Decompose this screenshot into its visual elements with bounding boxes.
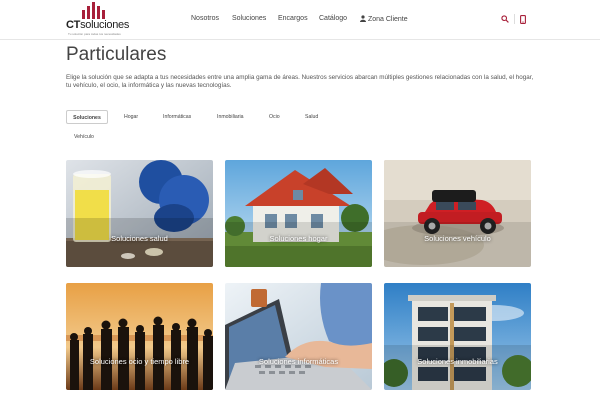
card-inmobiliarias[interactable]: Soluciones inmobiliarias bbox=[384, 283, 531, 390]
filter-tab-inmobiliaria[interactable]: Inmobiliaria bbox=[211, 110, 250, 124]
card-label: Soluciones inmobiliarias bbox=[417, 357, 498, 366]
site-header: CTsoluciones Tu solución para todas tus … bbox=[0, 0, 600, 40]
hogar-image bbox=[225, 160, 372, 267]
search-icon[interactable] bbox=[498, 12, 512, 26]
salud-image bbox=[66, 160, 213, 267]
card-informaticas[interactable]: Soluciones informáticas bbox=[225, 283, 372, 390]
header-actions bbox=[498, 12, 532, 26]
card-vehiculo[interactable]: Soluciones vehículo bbox=[384, 160, 531, 267]
card-hogar[interactable]: Soluciones hogar bbox=[225, 160, 372, 267]
nav-item-zona-cliente[interactable]: Zona Cliente bbox=[360, 15, 408, 23]
card-label: Soluciones salud bbox=[111, 234, 168, 243]
card-ocio[interactable]: Soluciones ocio y tiempo libre bbox=[66, 283, 213, 390]
card-label: Soluciones hogar bbox=[269, 234, 328, 243]
filter-tab-soluciones[interactable]: Soluciones bbox=[66, 110, 108, 124]
page-intro: Elige la solución que se adapta a tus ne… bbox=[66, 74, 534, 89]
card-salud[interactable]: Soluciones salud bbox=[66, 160, 213, 267]
nav-item-catalogo[interactable]: Catálogo bbox=[319, 15, 347, 22]
card-label: Soluciones vehículo bbox=[424, 234, 491, 243]
header-divider bbox=[514, 14, 515, 24]
filter-tab-salud[interactable]: Salud bbox=[299, 110, 324, 124]
card-label: Soluciones informáticas bbox=[258, 357, 339, 366]
filter-tab-ocio[interactable]: Ocio bbox=[263, 110, 286, 124]
card-label: Soluciones ocio y tiempo libre bbox=[89, 357, 190, 366]
nav-item-encargos[interactable]: Encargos bbox=[278, 15, 308, 22]
page-title: Particulares bbox=[66, 44, 167, 65]
logo-wordmark: CTsoluciones bbox=[66, 19, 130, 31]
filter-tab-hogar[interactable]: Hogar bbox=[118, 110, 144, 124]
ocio-image bbox=[66, 283, 213, 390]
nav-item-soluciones[interactable]: Soluciones bbox=[232, 15, 266, 22]
informaticas-image bbox=[225, 283, 372, 390]
user-icon bbox=[360, 15, 366, 22]
site-logo[interactable]: CTsoluciones Tu solución para todas tus … bbox=[66, 2, 146, 36]
filter-tab-informaticas[interactable]: Informáticas bbox=[157, 110, 197, 124]
filter-tab-vehiculo[interactable]: Vehículo bbox=[68, 130, 100, 144]
nav-item-nosotros[interactable]: Nosotros bbox=[191, 15, 219, 22]
phone-icon[interactable] bbox=[516, 12, 530, 26]
inmobiliarias-image bbox=[384, 283, 531, 390]
logo-tagline: Tu solución para todas tus necesidades bbox=[68, 32, 121, 36]
vehiculo-image bbox=[384, 160, 531, 267]
logo-bars-icon bbox=[82, 2, 112, 19]
